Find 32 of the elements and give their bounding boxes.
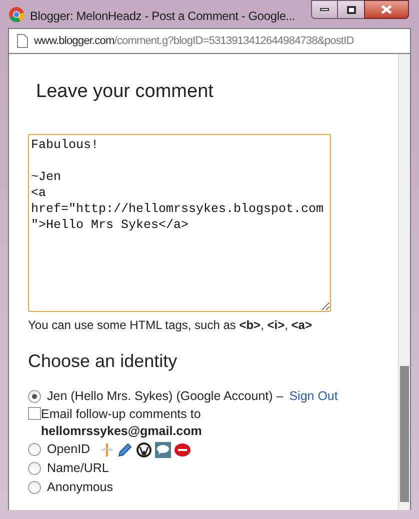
identity-heading: Choose an identity (28, 350, 178, 373)
email-address: hellomrssykes@gmail.com (41, 423, 202, 440)
pencil-icon (117, 442, 134, 458)
address-bar[interactable]: www.blogger.com/comment.g?blogID=5313913412644984738&postID (8, 28, 411, 54)
radio-button[interactable] (28, 462, 41, 475)
identity-option-label: Name/URL (47, 460, 109, 478)
close-button[interactable] (364, 0, 409, 19)
url-text: www.blogger.com/comment.g?blogID=5313913412644984738&postID (34, 34, 354, 49)
sign-out-link[interactable]: Sign Out (289, 387, 338, 406)
comment-field[interactable]: Fabulous! ~Jen <a href="http://hellomrssykes.blogspot.com">Hello Mrs Sykes</a> (28, 134, 331, 312)
html-tags-hint: You can use some HTML tags, such as <b>, <i>, <a> (28, 317, 313, 334)
identity-option-label: OpenID (47, 441, 90, 458)
email-checkbox[interactable] (28, 407, 41, 420)
comment-heading: Leave your comment (36, 80, 214, 104)
speech-bubble-icon (155, 442, 172, 458)
messenger-icon (174, 442, 192, 456)
close-icon (381, 5, 392, 14)
window-title: Blogger: MelonHeadz - Post a Comment - Google... (30, 8, 296, 25)
openid-icon (100, 442, 114, 456)
scrollbar-thumb[interactable] (400, 366, 409, 502)
maximize-button[interactable] (338, 0, 364, 19)
browser-logo-icon (9, 7, 24, 22)
identity-option-label: Anonymous (47, 479, 114, 496)
radio-button[interactable] (28, 390, 41, 403)
minimize-button[interactable] (311, 0, 338, 19)
radio-button[interactable] (28, 481, 41, 494)
identity-option-label: Jen (Hello Mrs. Sykes) (Google Account) – (47, 388, 284, 406)
page-icon (17, 34, 28, 48)
wordpress-icon (136, 442, 152, 458)
email-followup-label: Email follow-up comments to (41, 406, 202, 423)
radio-button[interactable] (28, 443, 41, 456)
scrollbar[interactable] (398, 54, 410, 510)
